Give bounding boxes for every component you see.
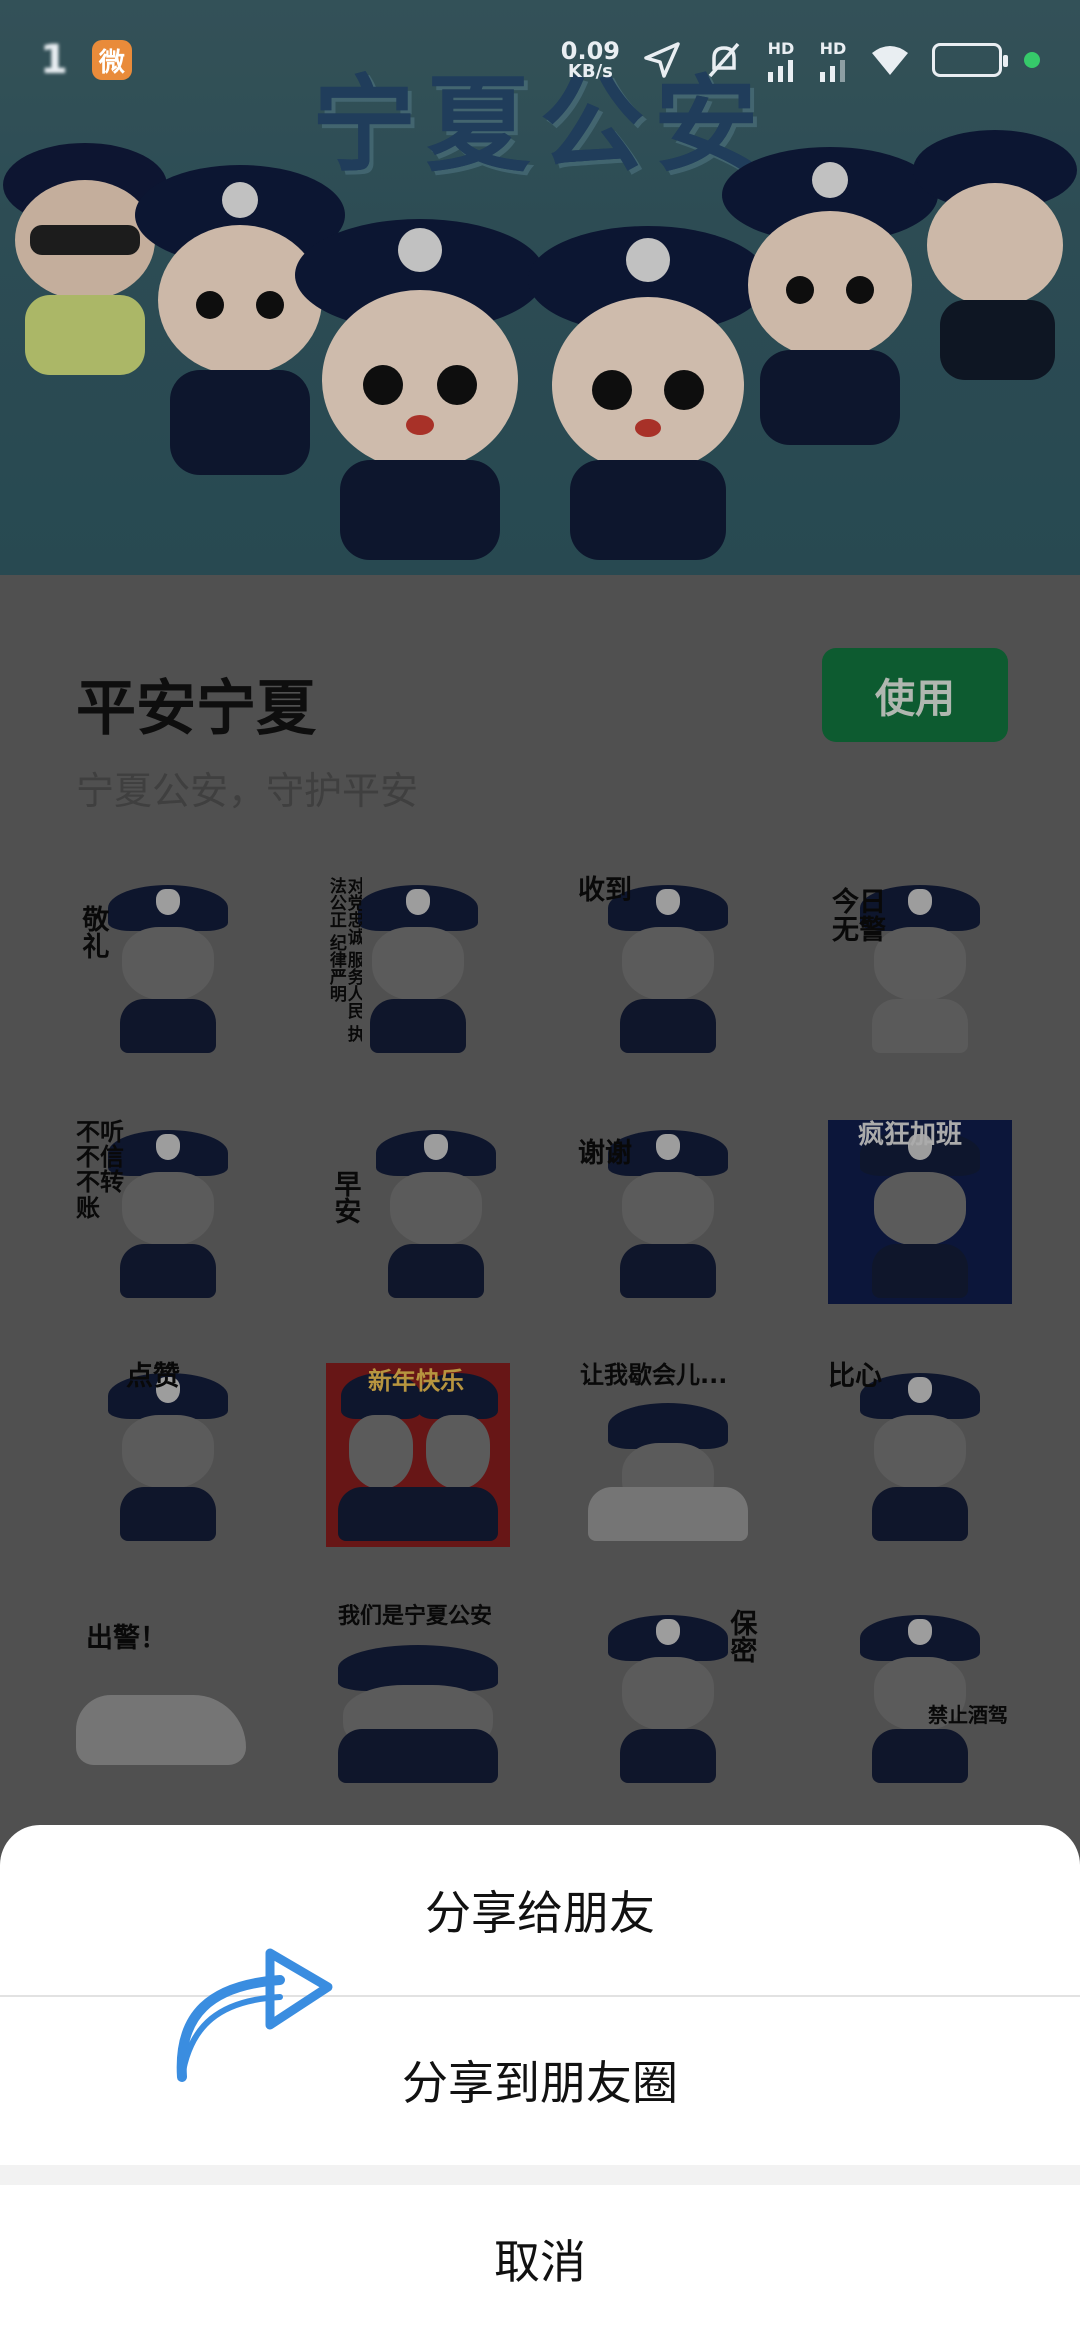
sticker-caption: 保密 [725,1609,757,1663]
sticker-caption: 对党忠诚 服务人民 执法公正 纪律严明 [326,877,362,1042]
sticker-item[interactable]: 新年快乐 [326,1363,510,1547]
wifi-icon [872,46,908,75]
sticker-caption: 敬礼 [77,905,109,959]
sticker-caption: 让我歇会儿... [580,1361,728,1389]
mute-icon [708,42,740,78]
sticker-item[interactable]: 对党忠诚 服务人民 执法公正 纪律严明 [326,875,510,1059]
weibo-icon: 微 [91,40,132,80]
sticker-item[interactable]: 收到 [576,875,760,1059]
signal-icon-2: HD [818,39,848,82]
share-to-friend-button[interactable]: 分享给朋友 [0,1825,1080,1995]
cancel-button[interactable]: 取消 [0,2185,1080,2333]
sticker-caption: 早安 [329,1170,361,1224]
share-action-sheet: 分享给朋友 分享到朋友圈 取消 [0,1825,1080,2333]
sticker-item[interactable]: 让我歇会儿... [576,1361,760,1547]
sticker-item[interactable]: 早安 [326,1120,510,1304]
sticker-item[interactable]: 敬礼 [76,875,260,1059]
network-speed: 0.09 KB/s [560,37,620,82]
sticker-caption: 今日无警 [832,887,886,947]
privacy-indicator-icon [1024,52,1040,68]
sticker-caption: 禁止酒驾 [928,1703,1008,1727]
sticker-item[interactable]: 我们是宁夏公安 [326,1605,510,1789]
sticker-pack-detail: 平安宁夏 宁夏公安，守护平安 使用 敬礼 对党忠诚 服务人民 执法公正 纪律严明… [0,575,1080,1825]
pack-title: 平安宁夏 [76,674,316,744]
location-icon [644,42,680,78]
status-bar: 1 微 0.09 KB/s HD HD [0,0,1080,120]
battery-icon [932,43,1008,77]
curved-share-arrow-icon [176,1948,333,2082]
pack-subtitle: 宁夏公安，守护平安 [76,769,419,813]
sticker-item[interactable]: 点赞 [76,1361,260,1547]
sticker-item[interactable]: 不听 不信 不转账 [76,1118,260,1304]
sticker-caption: 收到 [578,875,632,906]
sticker-caption: 出警！ [86,1623,167,1654]
sticker-item[interactable]: 比心 [828,1361,1012,1547]
sticker-caption: 疯狂加班 [858,1120,963,1150]
sticker-item[interactable]: 保密 [576,1605,760,1789]
sticker-item[interactable]: 出警！ [76,1605,260,1789]
sticker-item[interactable]: 疯狂加班 [828,1120,1012,1304]
use-button[interactable]: 使用 [822,648,1008,742]
status-time: 1 [40,37,70,83]
sticker-caption: 我们是宁夏公安 [338,1604,493,1629]
sheet-gap [0,2165,1080,2185]
sticker-caption: 点赞 [126,1361,180,1392]
sticker-caption: 不听 不信 不转账 [76,1118,124,1222]
sticker-caption: 比心 [828,1361,882,1392]
sticker-caption: 谢谢 [578,1138,632,1169]
share-to-moments-button[interactable]: 分享到朋友圈 [0,1995,1080,2165]
sticker-caption: 新年快乐 [368,1367,464,1395]
signal-icon: HD [766,39,796,82]
sticker-item[interactable]: 禁止酒驾 [828,1605,1012,1789]
sticker-item[interactable]: 谢谢 [576,1120,760,1304]
sticker-item[interactable]: 今日无警 [828,875,1012,1059]
